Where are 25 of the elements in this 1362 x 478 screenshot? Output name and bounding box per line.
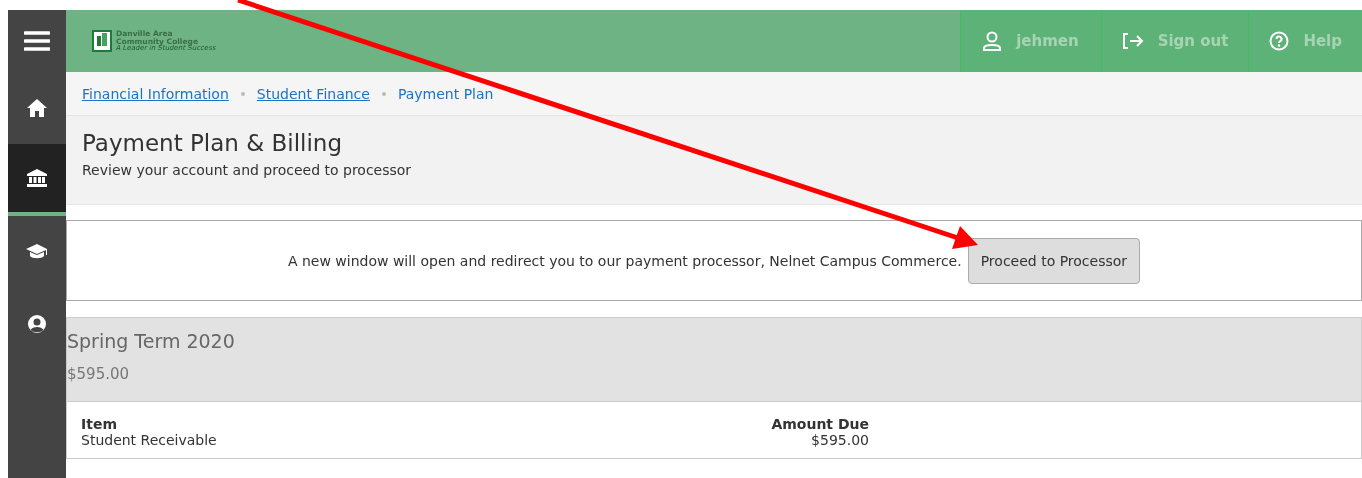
breadcrumb-link[interactable]: Financial Information [82,85,229,102]
user-icon [982,31,1003,51]
term-name: Spring Term 2020 [67,330,236,352]
sign-out-icon [1121,32,1144,50]
breadcrumb-current: Payment Plan [397,85,494,102]
notice-text: A new window will open and redirect you to our payment processor, Nelnet Campus Commerce. [287,252,962,269]
breadcrumb-separator-icon [240,91,245,96]
bank-icon [27,169,47,187]
column-header: Amount Due [770,416,869,432]
help-icon [1269,31,1290,51]
term-total: $595.00 [67,365,131,383]
college-logo-icon [92,30,112,52]
column-header: Item [81,416,118,432]
page-title: Payment Plan & Billing [82,130,343,156]
page-subtitle: Review your account and proceed to processor [82,162,413,178]
table-cell-text: Student Receivable [81,432,218,448]
graduation-cap-icon [26,244,48,260]
menu-icon [24,31,50,51]
sidebar-item[interactable] [8,144,66,216]
breadcrumb-separator-icon [381,91,386,96]
home-icon [27,99,47,117]
proceed-button[interactable]: Proceed to Processor [967,237,1141,284]
table-cell-text: $595.00 [810,432,869,448]
user-circle-icon [27,314,47,334]
breadcrumb-link[interactable]: Student Finance [256,85,370,102]
